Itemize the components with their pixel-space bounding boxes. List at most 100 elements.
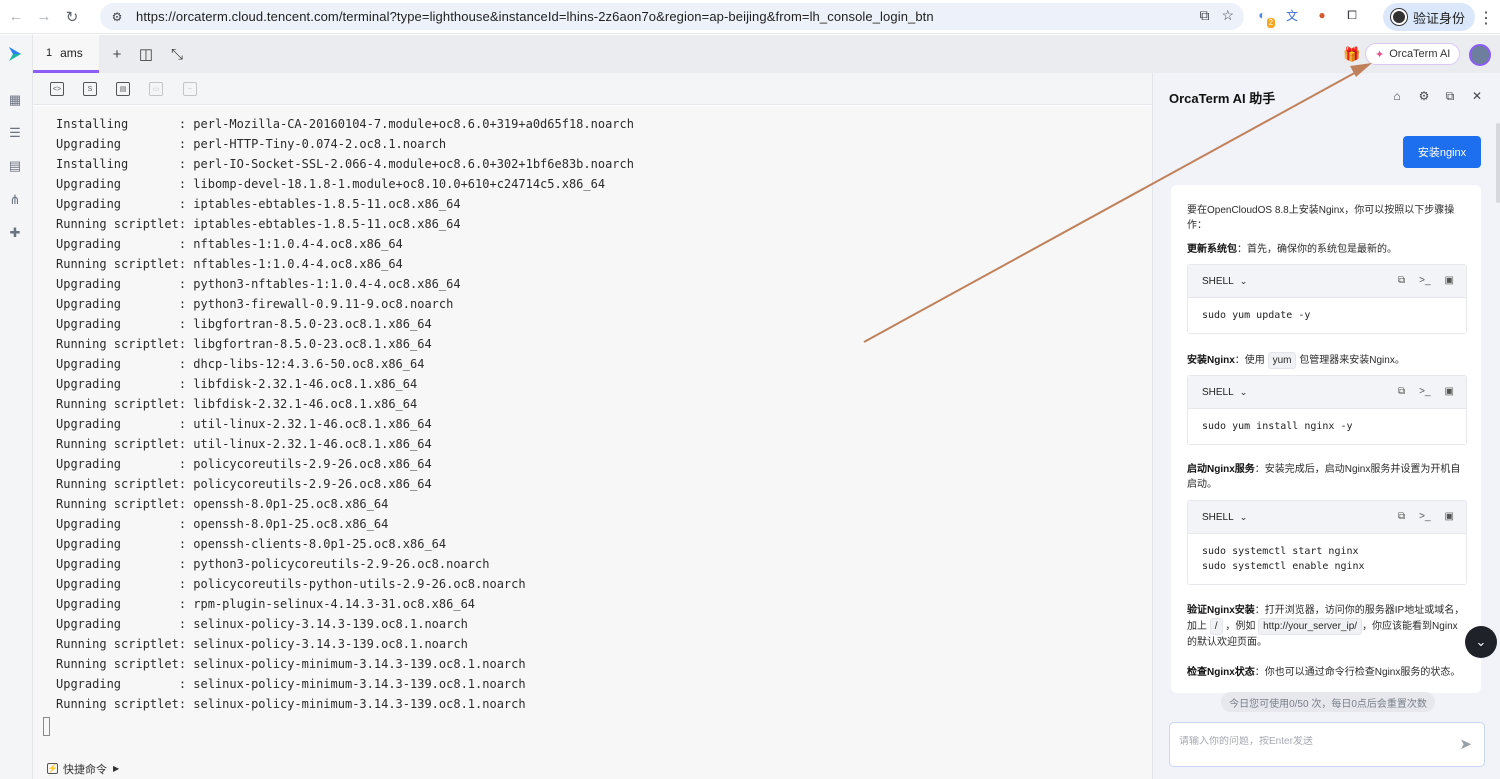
shell-code[interactable]: sudo yum update -y [1188,298,1466,333]
step-verify: 验证Nginx安装：打开浏览器，访问你的服务器IP地址或域名，加上 / ，例如 … [1187,603,1467,650]
profile-avatar [1391,9,1407,25]
terminal-line: Running scriptlet: libgfortran-8.5.0-23.… [56,337,432,351]
back-icon[interactable]: ← [2,3,30,31]
settings-gear-icon[interactable]: ⚙ [1417,89,1431,103]
ai-panel-title: OrcaTerm AI 助手 [1169,91,1276,106]
reload-icon[interactable]: ↻ [58,3,86,31]
step-start: 启动Nginx服务：安装完成后，启动Nginx服务并设置为开机自启动。 [1187,462,1467,492]
extension-icon[interactable]: ◐ 2 [1252,5,1275,28]
step-update: 更新系统包：首先，确保你的系统包是最新的。 [1187,242,1467,257]
save-icon[interactable]: ▣ [1445,275,1454,286]
terminal-line: Upgrading : libfdisk-2.32.1-46.oc8.1.x86… [56,377,418,391]
extension-avatar-icon[interactable]: ● [1312,5,1332,25]
url-text[interactable]: https://orcaterm.cloud.tencent.com/termi… [136,9,934,24]
ai-answer-card: 要在OpenCloudOS 8.8上安装Nginx，你可以按照以下步骤操作： 更… [1171,185,1481,693]
site-settings-icon[interactable]: ⚙ [108,8,126,26]
terminal-toolbar: <> S ▤ ▭ ~ [33,73,1152,105]
step-install-text-b: 包管理器来安装Nginx。 [1299,355,1405,366]
terminal-line: Running scriptlet: selinux-policy-minimu… [56,697,526,711]
translate-extension-icon[interactable]: 文 [1282,5,1302,25]
expand-arrow-icon[interactable]: ▶ [113,764,119,773]
step-update-title: 更新系统包 [1187,244,1237,255]
terminal-line: Upgrading : openssh-clients-8.0p1-25.oc8… [56,537,447,551]
copy-icon[interactable]: ⧉ [1398,275,1405,286]
orcaterm-logo[interactable] [6,45,24,63]
terminal-output[interactable]: Installing : perl-Mozilla-CA-20160104-7.… [33,106,1152,758]
bookmark-star-icon[interactable]: ☆ [1221,7,1234,24]
run-in-terminal-icon[interactable]: >_ [1419,386,1430,397]
send-icon[interactable]: ➤ [1459,735,1472,753]
file-manager-icon[interactable]: ▤ [116,82,130,96]
terminal-line: Upgrading : python3-nftables-1:1.0.4-4.o… [56,277,461,291]
ai-question-input-box[interactable]: ➤ [1169,722,1485,767]
gift-icon[interactable]: 🎁 [1343,46,1360,63]
terminal-line: Upgrading : selinux-policy-minimum-3.14.… [56,677,526,691]
save-icon[interactable]: ▣ [1445,511,1454,522]
panel-scrollbar[interactable] [1496,123,1500,203]
browser-menu-icon[interactable]: ⋮ [1478,8,1494,28]
snapshot-icon: ▭ [149,82,163,96]
close-icon[interactable]: ✕ [1470,89,1484,103]
extensions-puzzle-icon[interactable]: ⧠ [1342,5,1362,25]
profile-button[interactable]: 验证身份 [1383,3,1476,31]
clean-icon[interactable]: ⌂ [1390,89,1404,103]
add-tab-icon[interactable]: + [109,46,125,63]
topology-icon[interactable]: ⋔ [8,192,22,207]
user-avatar[interactable] [1469,44,1491,66]
save-icon[interactable]: ▣ [1445,386,1454,397]
terminal-line: Upgrading : dhcp-libs-12:4.3.6-50.oc8.x8… [56,357,425,371]
shell-label: SHELL [1202,511,1234,523]
step-verify-text-b: ，例如 [1225,621,1256,632]
install-app-icon[interactable]: ⧉ [1199,7,1209,24]
step-install: 安装Nginx：使用 yum 包管理器来安装Nginx。 [1187,352,1467,369]
quick-commands-bar[interactable]: ⚡ 快捷命令 ▶ [33,758,1152,779]
shell-code[interactable]: sudo yum install nginx -y [1188,409,1466,444]
inline-code: / [1209,618,1223,635]
server-list-icon[interactable]: ☰ [8,125,22,140]
fullscreen-icon[interactable]: ⤡ [169,46,185,63]
terminal-line: Installing : perl-Mozilla-CA-20160104-7.… [56,117,634,131]
chevron-down-icon[interactable]: ⌄ [1240,512,1248,523]
step-install-text-a: ：使用 [1234,355,1265,366]
copy-icon[interactable]: ⧉ [1398,511,1405,522]
terminal-line: Running scriptlet: selinux-policy-3.14.3… [56,637,468,651]
terminal-line: Running scriptlet: policycoreutils-2.9-2… [56,477,432,491]
chevron-down-icon[interactable]: ⌄ [1240,387,1248,398]
dashboard-icon[interactable]: ▦ [8,92,22,107]
copy-icon[interactable]: ⧉ [1398,386,1405,397]
terminal-line: Upgrading : perl-HTTP-Tiny-0.074-2.oc8.1… [56,137,447,151]
run-in-terminal-icon[interactable]: >_ [1419,275,1430,286]
terminal-line: Upgrading : selinux-policy-3.14.3-139.oc… [56,617,468,631]
ai-assistant-panel: OrcaTerm AI 助手 ⌂ ⚙ ⧉ ✕ 安装nginx 要在OpenClo… [1152,73,1500,779]
shell-label: SHELL [1202,386,1234,398]
scroll-to-bottom-button[interactable]: ⌄ [1465,626,1497,658]
run-in-terminal-icon[interactable]: >_ [1419,511,1430,522]
user-message: 安装nginx [1403,136,1481,168]
ai-question-input[interactable] [1179,736,1439,747]
step-status-title: 检查Nginx状态 [1187,667,1255,678]
chevron-down-icon[interactable]: ⌄ [1240,276,1248,287]
terminal-line: Upgrading : python3-policycoreutils-2.9-… [56,557,490,571]
inline-code: yum [1267,352,1297,369]
terminal-line: Installing : perl-IO-Socket-SSL-2.066-4.… [56,157,634,171]
terminal-tab[interactable]: 1 ams [33,35,99,73]
terminal-line: Upgrading : openssh-8.0p1-25.oc8.x86_64 [56,517,389,531]
ai-pill-label: OrcaTerm AI [1389,48,1451,60]
terminal-line: Upgrading : libomp-devel-18.1.8-1.module… [56,177,606,191]
forward-icon[interactable]: → [30,3,58,31]
step-status: 检查Nginx状态：你也可以通过命令行检查Nginx服务的状态。 [1187,665,1467,680]
profile-label: 验证身份 [1413,10,1466,26]
orcaterm-ai-button[interactable]: ✦ OrcaTerm AI [1365,43,1461,65]
storage-icon[interactable]: ▤ [8,158,22,173]
plugin-icon[interactable]: ✚ [8,225,22,240]
terminal-line: Upgrading : python3-firewall-0.9.11-9.oc… [56,297,454,311]
code-view-icon[interactable]: <> [50,82,64,96]
popout-icon[interactable]: ⧉ [1443,89,1457,103]
shell-code[interactable]: sudo systemctl start nginx sudo systemct… [1188,534,1466,584]
split-view-icon[interactable]: ◫ [138,46,154,63]
address-bar[interactable]: ⚙ https://orcaterm.cloud.tencent.com/ter… [100,3,1244,30]
sftp-folder-icon[interactable]: S [83,82,97,96]
terminal-line: Upgrading : libgfortran-8.5.0-23.oc8.1.x… [56,317,432,331]
terminal-tabbar: 1 ams + ◫ ⤡ 🎁 ✦ OrcaTerm AI [33,35,1500,73]
usage-quota: 今日您可使用0/50 次，每日0点后会重置次数 [1221,692,1435,712]
